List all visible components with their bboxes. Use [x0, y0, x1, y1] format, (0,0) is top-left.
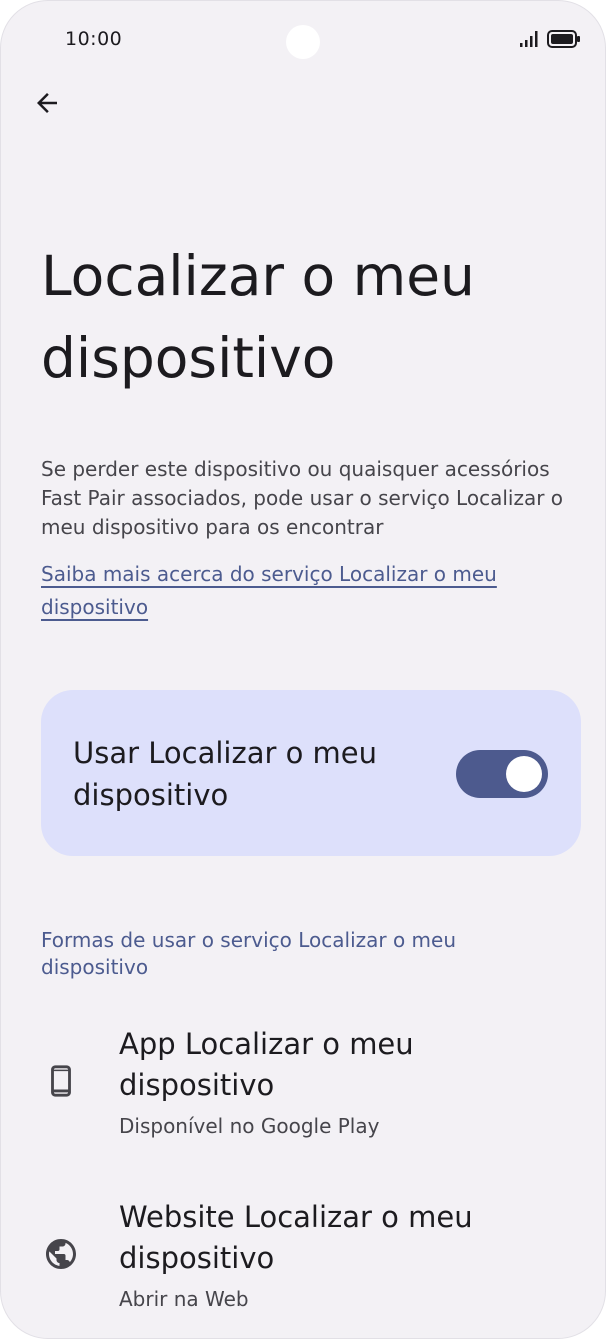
use-find-my-device-toggle-row[interactable]: Usar Localizar o meu dispositivo: [41, 690, 581, 856]
list-item-subtitle: Abrir na Web: [119, 1287, 249, 1311]
status-time: 10:00: [65, 28, 123, 50]
battery-icon: [547, 29, 581, 53]
list-item-website[interactable]: Website Localizar o meu dispositivo Abri…: [1, 1194, 605, 1324]
status-bar: 10:00: [1, 1, 605, 81]
switch-thumb: [506, 756, 542, 792]
phone-screen: 10:00 Localizar o meu dispositivo Se per…: [0, 0, 606, 1339]
status-icons: [519, 29, 581, 53]
signal-icon: [519, 30, 539, 52]
globe-icon: [41, 1234, 81, 1274]
page-description: Se perder este dispositivo ou quaisquer …: [41, 457, 564, 539]
list-item-subtitle: Disponível no Google Play: [119, 1114, 380, 1138]
section-header: Formas de usar o serviço Localizar o meu…: [41, 928, 457, 979]
page-title: Localizar o meu dispositivo: [41, 244, 475, 390]
back-button[interactable]: [23, 81, 71, 129]
phone-icon: [41, 1061, 81, 1101]
list-item-title: Website Localizar o meu dispositivo: [119, 1200, 473, 1275]
list-item-app[interactable]: App Localizar o meu dispositivo Disponív…: [1, 1021, 605, 1151]
learn-more-link[interactable]: Saiba mais acerca do serviço Localizar o…: [41, 558, 541, 624]
use-find-my-device-switch[interactable]: [456, 750, 548, 798]
toggle-label: Usar Localizar o meu dispositivo: [73, 736, 378, 812]
arrow-back-icon: [32, 88, 62, 122]
list-item-title: App Localizar o meu dispositivo: [119, 1027, 414, 1102]
camera-cutout: [286, 25, 320, 59]
